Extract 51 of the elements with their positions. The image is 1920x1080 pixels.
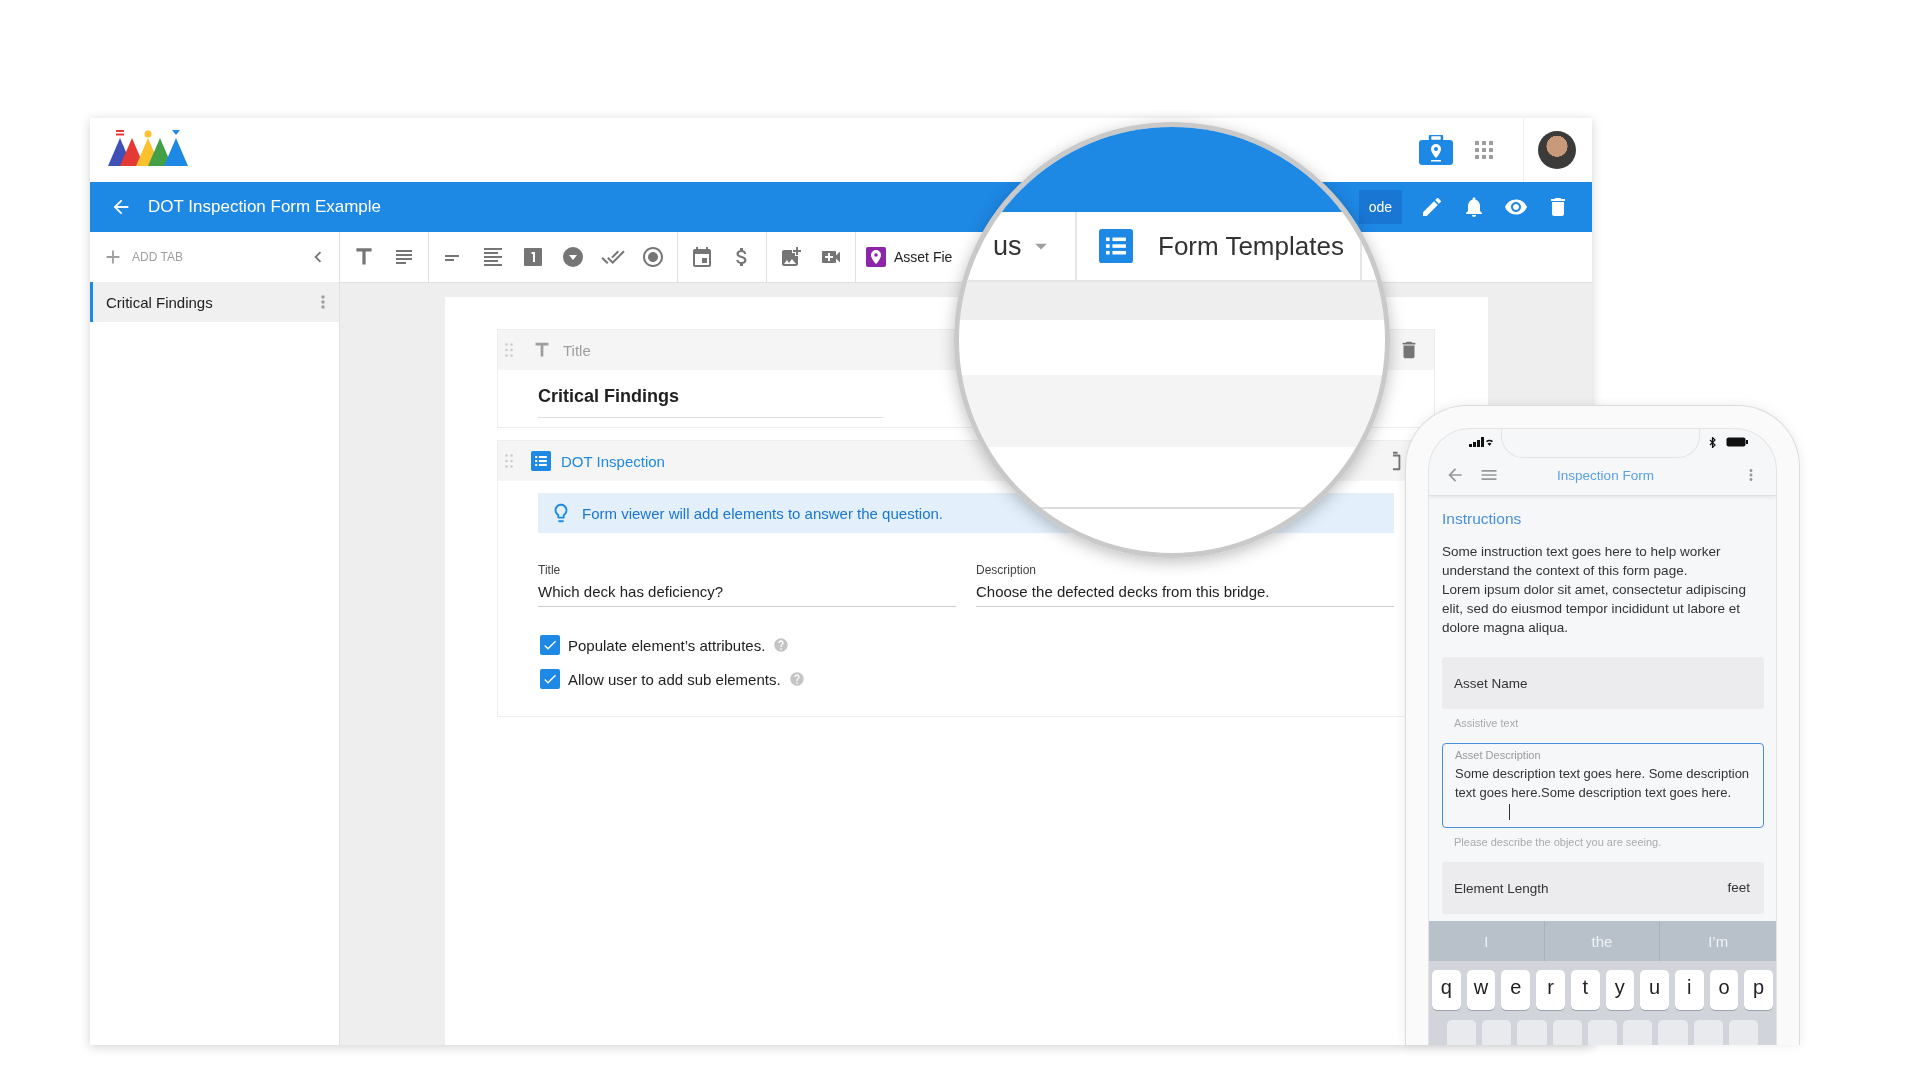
calendar-icon[interactable] (690, 245, 714, 269)
drag-handle-icon[interactable] (505, 343, 513, 357)
input-field[interactable]: Title Which deck has deficiency? (538, 563, 956, 607)
sidebar-tab[interactable]: Critical Findings (90, 282, 339, 322)
instruction-text: Some instruction text goes here to help worker understand the context of this form page. Lorem ipsum dolor sit amet, consectetur adipiscing elit, sed do eiusmod tempor incididunt ut labore et dolore magna aliqua. (1442, 543, 1747, 637)
battery-icon (1726, 437, 1748, 448)
helper-text: Assistive text (1453, 716, 1520, 729)
section-heading: Instructions (1442, 510, 1523, 528)
key[interactable]: i (1674, 970, 1704, 1010)
input-field[interactable]: Asset Name (1442, 657, 1764, 709)
checkbox[interactable] (540, 635, 560, 655)
checkbox[interactable] (540, 669, 560, 689)
key[interactable]: t (1570, 970, 1600, 1010)
list-icon (1099, 229, 1133, 263)
key[interactable]: e (1501, 970, 1531, 1010)
key[interactable]: u (1640, 970, 1669, 1010)
add-photo-icon[interactable] (779, 245, 803, 269)
mode-button[interactable]: ode (1358, 190, 1402, 224)
section-title: Critical Findings (538, 382, 883, 418)
bluetooth-icon (1709, 436, 1716, 448)
key[interactable]: q (1432, 970, 1461, 1010)
form-templates-tab[interactable]: Form Templates (1077, 212, 1360, 280)
key[interactable]: y (1605, 970, 1635, 1010)
form-title: DOT Inspection Form Example (148, 197, 382, 217)
avatar[interactable] (1538, 131, 1576, 169)
element-type-label: DOT Inspection (561, 452, 665, 470)
option-label: Populate element’s attributes. (568, 636, 766, 654)
dropdown-icon[interactable] (561, 245, 585, 269)
asset-fields-label[interactable]: Asset Fie (894, 249, 953, 265)
number-icon[interactable] (521, 245, 545, 269)
radio-icon[interactable] (641, 245, 665, 269)
briefcase-pin-icon[interactable] (1419, 135, 1453, 165)
key[interactable]: w (1466, 970, 1496, 1010)
location-pin-icon[interactable] (866, 247, 886, 267)
helper-text: Please describe the object you are seeing. (1453, 835, 1663, 848)
unit-label: feet (1727, 880, 1750, 895)
signal-icon (1469, 437, 1493, 448)
text-area-field[interactable]: Asset Description Some description text goes here. Some description text goes here.Some description text goes here. (1442, 743, 1764, 828)
drag-handle-icon[interactable] (505, 454, 513, 468)
key[interactable]: p (1744, 970, 1774, 1010)
apps-grid-icon[interactable] (1475, 141, 1493, 159)
input-field[interactable]: Description Choose the defected decks from this bridge. (976, 563, 1394, 607)
key[interactable]: o (1709, 970, 1739, 1010)
paragraph-icon[interactable] (481, 245, 505, 269)
option-label: Allow user to add sub elements. (568, 670, 781, 688)
element-type-label: Title (563, 341, 591, 359)
screen-title: Inspection Form (1556, 467, 1655, 483)
pencil-icon[interactable] (1420, 195, 1444, 219)
key[interactable]: r (1536, 970, 1565, 1010)
info-text: Form viewer will add elements to answer the question. (582, 504, 943, 522)
list-icon (531, 451, 551, 471)
